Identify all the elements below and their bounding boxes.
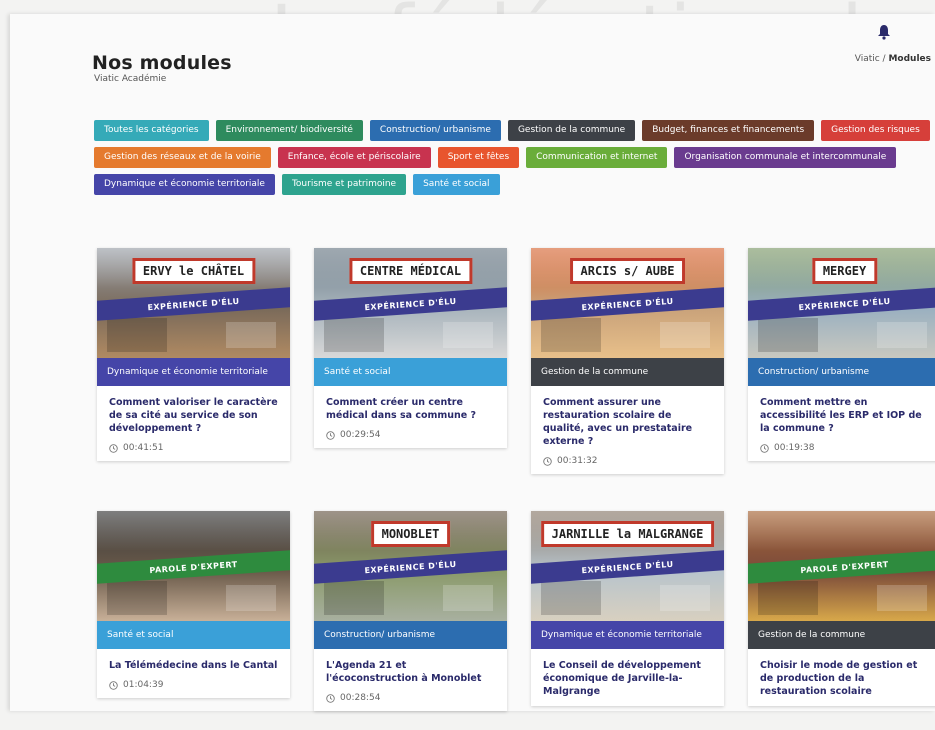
category-filters: Toutes les catégories Environnement/ biod… bbox=[94, 120, 934, 195]
card-title[interactable]: Comment assurer une restauration scolair… bbox=[543, 396, 714, 448]
card-title[interactable]: Comment créer un centre médical dans sa … bbox=[326, 396, 497, 422]
card-body: Comment créer un centre médical dans sa … bbox=[314, 386, 507, 448]
card-title[interactable]: Le Conseil de développement économique d… bbox=[543, 659, 714, 698]
card-thumbnail[interactable]: ARCIS s/ AUBE EXPÉRIENCE D'ÉLU bbox=[531, 248, 724, 358]
clock-icon bbox=[326, 693, 335, 703]
card-body: La Télémédecine dans le Cantal 01:04:39 bbox=[97, 649, 290, 698]
clock-icon bbox=[109, 680, 118, 690]
card-thumbnail[interactable]: PAROLE D'EXPERT bbox=[97, 511, 290, 621]
page-title: Nos modules bbox=[92, 52, 232, 74]
page-subtitle: Viatic Académie bbox=[94, 74, 167, 84]
card-ribbon: EXPÉRIENCE D'ÉLU bbox=[314, 549, 507, 585]
breadcrumb-home[interactable]: Viatic bbox=[855, 54, 880, 64]
duration-text: 00:31:32 bbox=[557, 456, 598, 466]
card-thumbnail[interactable]: JARNILLE la MALGRANGE EXPÉRIENCE D'ÉLU bbox=[531, 511, 724, 621]
breadcrumb: Viatic / Modules bbox=[855, 54, 931, 64]
filter-chip[interactable]: Toutes les catégories bbox=[94, 120, 209, 141]
filter-chip[interactable]: Enfance, école et périscolaire bbox=[277, 147, 431, 168]
module-card[interactable]: PAROLE D'EXPERT Santé et social La Téléméd… bbox=[97, 511, 290, 698]
module-card[interactable]: ERVY le CHÂTEL EXPÉRIENCE D'ÉLU Dynamique … bbox=[97, 248, 290, 461]
town-sign: CENTRE MÉDICAL bbox=[348, 258, 473, 284]
filter-chip[interactable]: Santé et social bbox=[413, 174, 500, 195]
filter-chip[interactable]: Dynamique et économie territoriale bbox=[94, 174, 275, 195]
filter-chip[interactable]: Budget, finances et financements bbox=[642, 120, 815, 141]
card-category: Dynamique et économie territoriale bbox=[97, 358, 290, 386]
card-category: Dynamique et économie territoriale bbox=[531, 621, 724, 649]
card-thumbnail[interactable]: PAROLE D'EXPERT bbox=[748, 511, 935, 621]
card-duration: 01:04:39 bbox=[109, 680, 280, 690]
filter-chip[interactable]: Sport et fêtes bbox=[437, 147, 520, 168]
filter-chip[interactable]: Tourisme et patrimoine bbox=[281, 174, 407, 195]
town-sign: ERVY le CHÂTEL bbox=[131, 258, 256, 284]
card-body: Comment mettre en accessibilité les ERP … bbox=[748, 386, 935, 461]
card-body: Choisir le mode de gestion et de product… bbox=[748, 649, 935, 706]
card-thumbnail[interactable]: MERGEY EXPÉRIENCE D'ÉLU bbox=[748, 248, 935, 358]
clock-icon bbox=[760, 443, 769, 453]
card-ribbon: PAROLE D'EXPERT bbox=[748, 549, 935, 585]
filter-chip[interactable]: Organisation communale et intercommunale bbox=[674, 147, 897, 168]
card-thumbnail[interactable]: MONOBLET EXPÉRIENCE D'ÉLU bbox=[314, 511, 507, 621]
card-thumbnail[interactable]: ERVY le CHÂTEL EXPÉRIENCE D'ÉLU bbox=[97, 248, 290, 358]
duration-text: 01:04:39 bbox=[123, 680, 164, 690]
duration-text: 00:41:51 bbox=[123, 443, 164, 453]
duration-text: 00:28:54 bbox=[340, 693, 381, 703]
page-header: Nos modules Viatic Académie Viatic / Mod… bbox=[10, 14, 935, 94]
card-body: Le Conseil de développement économique d… bbox=[531, 649, 724, 706]
card-duration: 00:41:51 bbox=[109, 443, 280, 453]
card-body: Comment assurer une restauration scolair… bbox=[531, 386, 724, 474]
filter-chip[interactable]: Gestion des risques bbox=[821, 120, 930, 141]
filter-chip[interactable]: Environnement/ biodiversité bbox=[215, 120, 363, 141]
duration-text: 00:19:38 bbox=[774, 443, 815, 453]
card-title[interactable]: Comment valoriser le caractère de sa cit… bbox=[109, 396, 280, 435]
filter-chip[interactable]: Construction/ urbanisme bbox=[369, 120, 501, 141]
card-duration: 00:31:32 bbox=[543, 456, 714, 466]
card-category: Construction/ urbanisme bbox=[314, 621, 507, 649]
card-title[interactable]: L'Agenda 21 et l'écoconstruction à Monob… bbox=[326, 659, 497, 685]
card-category: Gestion de la commune bbox=[531, 358, 724, 386]
card-body: L'Agenda 21 et l'écoconstruction à Monob… bbox=[314, 649, 507, 711]
breadcrumb-current: Modules bbox=[888, 54, 931, 64]
module-card[interactable]: ARCIS s/ AUBE EXPÉRIENCE D'ÉLU Gestion de … bbox=[531, 248, 724, 474]
module-card[interactable]: CENTRE MÉDICAL EXPÉRIENCE D'ÉLU Santé et s… bbox=[314, 248, 507, 448]
card-category: Construction/ urbanisme bbox=[748, 358, 935, 386]
filter-chip[interactable]: Communication et internet bbox=[526, 147, 668, 168]
card-duration: 00:28:54 bbox=[326, 693, 497, 703]
clock-icon bbox=[326, 430, 335, 440]
card-title[interactable]: Comment mettre en accessibilité les ERP … bbox=[760, 396, 931, 435]
town-sign: ARCIS s/ AUBE bbox=[569, 258, 686, 284]
card-ribbon: EXPÉRIENCE D'ÉLU bbox=[531, 286, 724, 322]
card-category: Santé et social bbox=[314, 358, 507, 386]
filter-chip[interactable]: Gestion des réseaux et de la voirie bbox=[94, 147, 271, 168]
module-card[interactable]: MERGEY EXPÉRIENCE D'ÉLU Construction/ urba… bbox=[748, 248, 935, 461]
card-category: Santé et social bbox=[97, 621, 290, 649]
clock-icon bbox=[109, 443, 118, 453]
card-ribbon: EXPÉRIENCE D'ÉLU bbox=[314, 286, 507, 322]
card-category: Gestion de la commune bbox=[748, 621, 935, 649]
card-title[interactable]: La Télémédecine dans le Cantal bbox=[109, 659, 280, 672]
card-ribbon: EXPÉRIENCE D'ÉLU bbox=[531, 549, 724, 585]
card-thumbnail[interactable]: CENTRE MÉDICAL EXPÉRIENCE D'ÉLU bbox=[314, 248, 507, 358]
card-ribbon: EXPÉRIENCE D'ÉLU bbox=[748, 286, 935, 322]
card-title[interactable]: Choisir le mode de gestion et de product… bbox=[760, 659, 931, 698]
modules-page: Nos modules Viatic Académie Viatic / Mod… bbox=[10, 14, 935, 711]
filter-chip[interactable]: Gestion de la commune bbox=[507, 120, 636, 141]
clock-icon bbox=[543, 456, 552, 466]
card-ribbon: PAROLE D'EXPERT bbox=[97, 549, 290, 585]
module-card[interactable]: JARNILLE la MALGRANGE EXPÉRIENCE D'ÉLU Dyn… bbox=[531, 511, 724, 706]
card-duration: 00:19:38 bbox=[760, 443, 931, 453]
card-ribbon: EXPÉRIENCE D'ÉLU bbox=[97, 286, 290, 322]
module-card[interactable]: MONOBLET EXPÉRIENCE D'ÉLU Construction/ ur… bbox=[314, 511, 507, 711]
bell-icon[interactable] bbox=[877, 24, 891, 40]
duration-text: 00:29:54 bbox=[340, 430, 381, 440]
town-sign: MONOBLET bbox=[370, 521, 451, 547]
town-sign: MERGEY bbox=[811, 258, 878, 284]
card-body: Comment valoriser le caractère de sa cit… bbox=[97, 386, 290, 461]
town-sign: JARNILLE la MALGRANGE bbox=[540, 521, 715, 547]
card-duration: 00:29:54 bbox=[326, 430, 497, 440]
module-card[interactable]: PAROLE D'EXPERT Gestion de la commune Choi… bbox=[748, 511, 935, 706]
